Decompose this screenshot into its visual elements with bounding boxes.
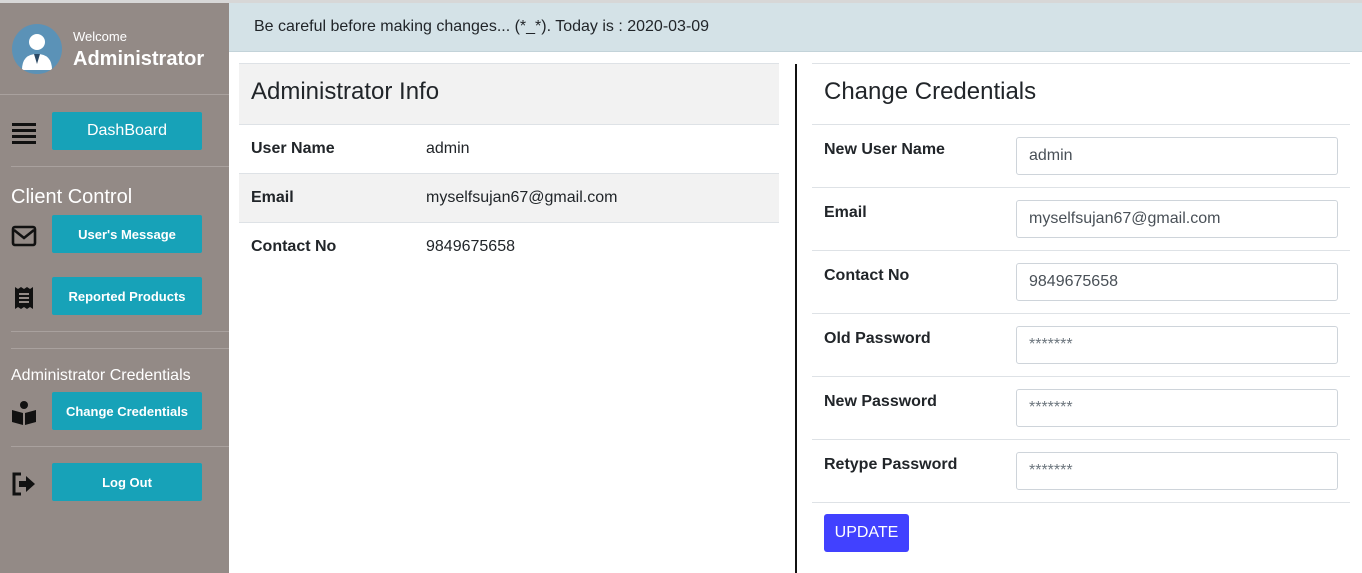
sidebar-divider [11,166,229,167]
contact-no-input[interactable] [1016,263,1338,301]
change-credentials-button[interactable]: Change Credentials [52,392,202,430]
logout-button[interactable]: Log Out [52,463,202,501]
avatar [12,24,62,74]
receipt-icon [15,287,33,309]
info-label: User Name [251,140,335,157]
dashboard-button[interactable]: DashBoard [52,112,202,150]
form-row: New Password [812,377,1350,440]
sign-out-icon [12,472,35,496]
change-credentials-title: Change Credentials [812,63,1350,125]
list-icon [12,123,36,144]
user-avatar-icon [22,34,52,70]
retype-password-input[interactable] [1016,452,1338,490]
user-role-title: Administrator [73,48,205,70]
field-label: Retype Password [824,456,958,473]
info-value: myselfsujan67@gmail.com [426,189,618,206]
form-row: Contact No [812,251,1350,314]
client-control-heading: Client Control [11,186,133,208]
change-credentials-form: Change Credentials New User Name Email C… [812,63,1350,552]
old-password-input[interactable] [1016,326,1338,364]
sidebar: Welcome Administrator DashBoard Client C… [0,3,229,573]
field-label: New User Name [824,141,945,158]
form-row: New User Name [812,125,1350,188]
field-label: Contact No [824,267,910,284]
info-label: Email [251,189,294,206]
table-row: User Name admin [239,125,779,174]
info-value: admin [426,140,470,157]
vertical-separator [795,64,797,573]
sidebar-divider [11,446,229,447]
field-label: Old Password [824,330,931,347]
new-password-input[interactable] [1016,389,1338,427]
info-label: Contact No [251,238,337,255]
form-row: Old Password [812,314,1350,377]
update-button[interactable]: UPDATE [824,514,909,552]
welcome-text: Welcome [73,29,127,44]
table-row: Contact No 9849675658 [239,223,779,272]
sidebar-divider [11,348,229,349]
notice-bar: Be careful before making changes... (*_*… [229,3,1362,52]
admin-credentials-heading: Administrator Credentials [11,367,191,384]
field-label: New Password [824,393,937,410]
new-username-input[interactable] [1016,137,1338,175]
sidebar-divider [11,331,229,332]
form-row: Email [812,188,1350,251]
envelope-icon [11,225,37,247]
email-input[interactable] [1016,200,1338,238]
profile-section: Welcome Administrator [0,3,229,95]
admin-info-panel: Administrator Info User Name admin Email… [239,63,779,272]
users-message-button[interactable]: User's Message [52,215,202,253]
form-row: Retype Password [812,440,1350,503]
info-value: 9849675658 [426,238,515,255]
field-label: Email [824,204,867,221]
reported-products-button[interactable]: Reported Products [52,277,202,315]
reader-icon [12,401,36,425]
table-row: Email myselfsujan67@gmail.com [239,174,779,223]
admin-info-title: Administrator Info [239,63,779,125]
